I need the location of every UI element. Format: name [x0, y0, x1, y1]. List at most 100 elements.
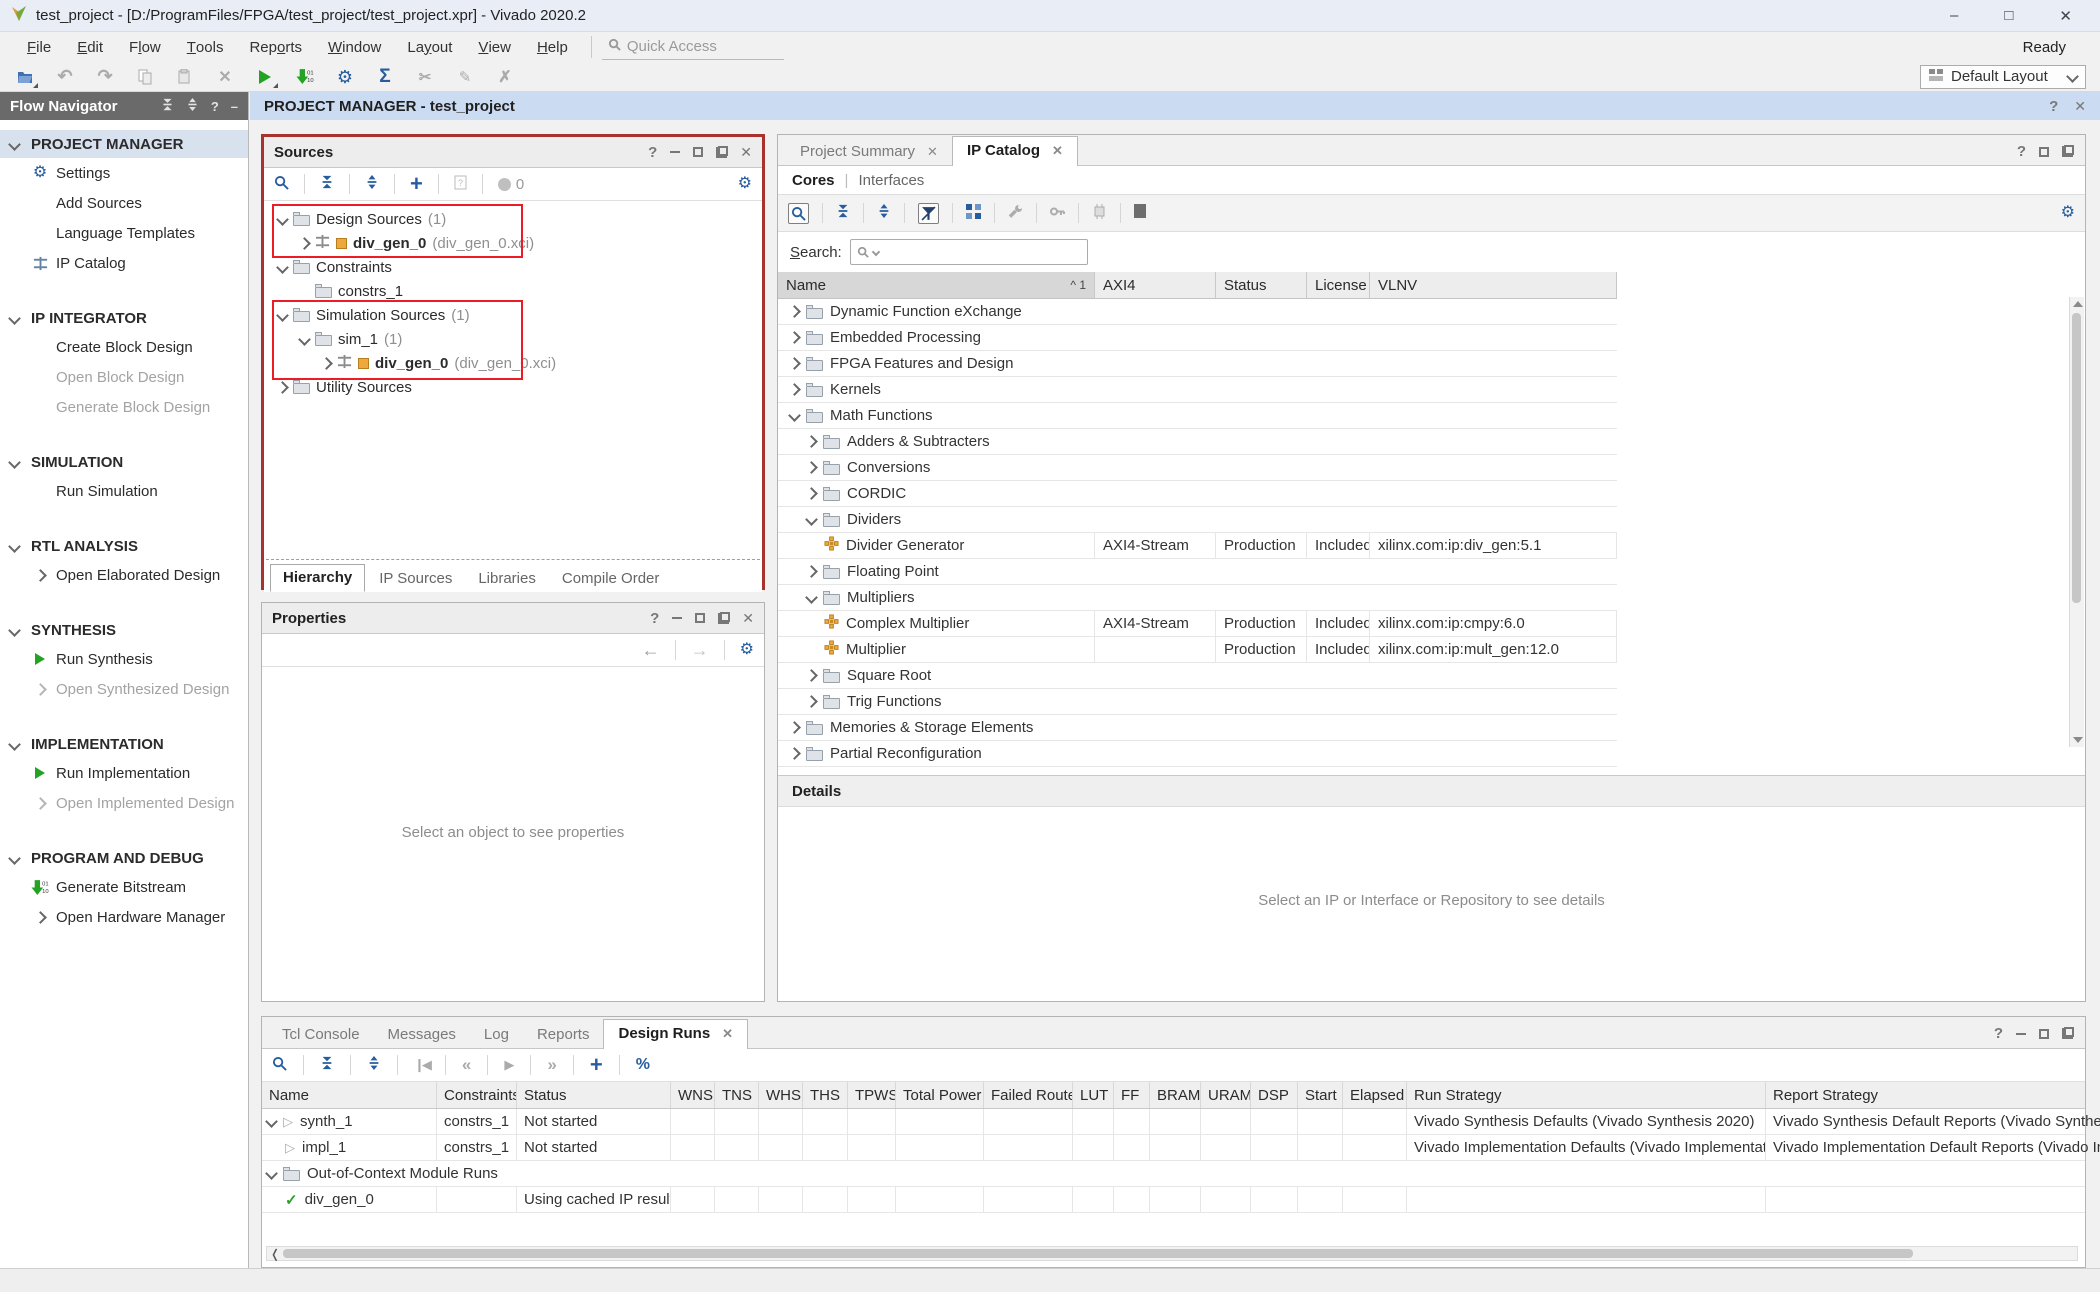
- column-header-ff[interactable]: FF: [1114, 1082, 1150, 1108]
- float-icon[interactable]: [2062, 146, 2073, 157]
- sources-tab-ip-sources[interactable]: IP Sources: [367, 566, 464, 592]
- open-file-icon[interactable]: [12, 65, 38, 89]
- quick-access-search[interactable]: Quick Access: [602, 35, 784, 60]
- expand-all-icon[interactable]: [365, 175, 379, 193]
- menu-edit[interactable]: Edit: [64, 32, 116, 62]
- menu-flow[interactable]: Flow: [116, 32, 174, 62]
- gear-icon[interactable]: ⚙: [740, 642, 754, 658]
- ipcat-row-embedded-processing[interactable]: Embedded Processing: [778, 325, 1617, 351]
- scroll-up-arrow[interactable]: [2073, 301, 2083, 307]
- properties-header[interactable]: Properties ? ✕: [262, 603, 764, 634]
- sources-tree-item-div-gen-0[interactable]: div_gen_0 (div_gen_0.xci): [264, 231, 762, 255]
- ipcat-row-square-root[interactable]: Square Root: [778, 663, 1617, 689]
- search-icon[interactable]: [272, 1056, 287, 1075]
- settings-icon[interactable]: ⚙: [332, 65, 358, 89]
- minimize-icon[interactable]: [670, 151, 680, 153]
- sources-tree-item-constraints[interactable]: Constraints: [264, 255, 762, 279]
- collapse-all-icon[interactable]: [161, 98, 174, 114]
- add-run-icon[interactable]: +: [590, 1054, 603, 1076]
- tab-ip-catalog[interactable]: IP Catalog✕: [952, 136, 1078, 166]
- maximize-icon[interactable]: [2039, 1029, 2049, 1039]
- flownav-section-header-simulation[interactable]: SIMULATION: [0, 448, 248, 476]
- ipcat-row-multiplier[interactable]: MultiplierProductionIncludedxilinx.com:i…: [778, 637, 1617, 663]
- help-icon[interactable]: ?: [650, 610, 659, 627]
- minimize-icon[interactable]: [672, 617, 682, 619]
- float-icon[interactable]: [718, 613, 729, 624]
- column-header-failed-routes[interactable]: Failed Routes: [984, 1082, 1073, 1108]
- ipcat-row-multipliers[interactable]: Multipliers: [778, 585, 1617, 611]
- stop-square-icon[interactable]: [1134, 204, 1146, 222]
- add-sources-icon[interactable]: +: [410, 173, 423, 195]
- column-header-vlnv[interactable]: VLNV: [1370, 272, 1617, 298]
- tab-interfaces[interactable]: Interfaces: [858, 172, 924, 189]
- help-icon[interactable]: ?: [2017, 143, 2026, 160]
- ipcat-row-floating-point[interactable]: Floating Point: [778, 559, 1617, 585]
- flownav-item-settings[interactable]: ⚙Settings: [0, 158, 248, 188]
- column-header-run-strategy[interactable]: Run Strategy: [1407, 1082, 1766, 1108]
- sources-tree-item-design-sources[interactable]: Design Sources (1): [264, 207, 762, 231]
- tab-project-summary[interactable]: Project Summary✕: [786, 138, 952, 165]
- menu-layout[interactable]: Layout: [394, 32, 465, 62]
- tab-log[interactable]: Log: [470, 1021, 523, 1048]
- scrollbar-thumb[interactable]: [2072, 313, 2081, 603]
- window-minimize-button[interactable]: –: [1950, 7, 1958, 25]
- flownav-item-open-elaborated-design[interactable]: Open Elaborated Design: [0, 560, 248, 590]
- search-icon[interactable]: [788, 203, 809, 224]
- sources-header[interactable]: Sources ? ✕: [264, 137, 762, 168]
- search-icon[interactable]: [274, 175, 289, 194]
- close-icon[interactable]: ✕: [722, 1026, 733, 1042]
- flownav-section-header-rtl-analysis[interactable]: RTL ANALYSIS: [0, 532, 248, 560]
- menu-window[interactable]: Window: [315, 32, 394, 62]
- flownav-item-run-implementation[interactable]: Run Implementation: [0, 758, 248, 788]
- help-icon[interactable]: ?: [648, 144, 657, 161]
- column-header-license[interactable]: License: [1307, 272, 1370, 298]
- tab-cores[interactable]: Cores: [792, 172, 835, 189]
- menu-reports[interactable]: Reports: [236, 32, 315, 62]
- sources-tab-hierarchy[interactable]: Hierarchy: [270, 564, 365, 592]
- column-header-wns[interactable]: WNS: [671, 1082, 715, 1108]
- flownav-item-run-simulation[interactable]: Run Simulation: [0, 476, 248, 506]
- layout-selector[interactable]: Default Layout: [1920, 65, 2086, 89]
- close-icon[interactable]: ✕: [927, 144, 938, 160]
- column-header-name[interactable]: Name^ 1: [778, 272, 1095, 298]
- scrollbar-thumb[interactable]: [283, 1249, 1913, 1258]
- help-icon[interactable]: ?: [2049, 98, 2058, 115]
- flownav-item-ip-catalog[interactable]: IP Catalog: [0, 248, 248, 278]
- flownav-section-header-implementation[interactable]: IMPLEMENTATION: [0, 730, 248, 758]
- column-header-status[interactable]: Status: [517, 1082, 671, 1108]
- tab-reports[interactable]: Reports: [523, 1021, 604, 1048]
- column-header-lut[interactable]: LUT: [1073, 1082, 1114, 1108]
- gear-icon[interactable]: ⚙: [738, 176, 752, 192]
- flownav-item-create-block-design[interactable]: Create Block Design: [0, 332, 248, 362]
- column-header-ths[interactable]: THS: [803, 1082, 848, 1108]
- menu-help[interactable]: Help: [524, 32, 581, 62]
- expand-all-icon[interactable]: [367, 1056, 381, 1074]
- column-header-start[interactable]: Start: [1298, 1082, 1343, 1108]
- minimize-icon[interactable]: –: [231, 99, 238, 114]
- ipcat-row-adders-subtracters[interactable]: Adders & Subtracters: [778, 429, 1617, 455]
- window-close-button[interactable]: ✕: [2059, 7, 2072, 25]
- flownav-item-open-hardware-manager[interactable]: Open Hardware Manager: [0, 902, 248, 932]
- flownav-section-header-program-and-debug[interactable]: PROGRAM AND DEBUG: [0, 844, 248, 872]
- maximize-icon[interactable]: [695, 613, 705, 623]
- sources-tree-item-sim-1[interactable]: sim_1 (1): [264, 327, 762, 351]
- sources-tree-item-constrs-1[interactable]: constrs_1: [264, 279, 762, 303]
- column-header-constraints[interactable]: Constraints: [437, 1082, 517, 1108]
- ipcat-row-cordic[interactable]: CORDIC: [778, 481, 1617, 507]
- tab-tcl-console[interactable]: Tcl Console: [268, 1021, 374, 1048]
- flownav-item-run-synthesis[interactable]: Run Synthesis: [0, 644, 248, 674]
- group-by-icon[interactable]: [966, 204, 981, 223]
- column-header-status[interactable]: Status: [1216, 272, 1307, 298]
- sources-tree-item-simulation-sources[interactable]: Simulation Sources (1): [264, 303, 762, 327]
- run-row-div-gen-0[interactable]: ✓div_gen_0Using cached IP results: [262, 1187, 2085, 1213]
- ipcat-row-fpga-features-and-design[interactable]: FPGA Features and Design: [778, 351, 1617, 377]
- percent-icon[interactable]: %: [636, 1056, 650, 1074]
- column-header-total-power[interactable]: Total Power: [896, 1082, 984, 1108]
- expand-all-icon[interactable]: [186, 98, 199, 114]
- column-header-bram[interactable]: BRAM: [1150, 1082, 1201, 1108]
- menu-file[interactable]: File: [14, 32, 64, 62]
- menu-tools[interactable]: Tools: [174, 32, 237, 62]
- ipcat-row-memories-storage-elements[interactable]: Memories & Storage Elements: [778, 715, 1617, 741]
- horizontal-scrollbar[interactable]: ❬: [266, 1246, 2078, 1261]
- float-icon[interactable]: [2062, 1028, 2073, 1039]
